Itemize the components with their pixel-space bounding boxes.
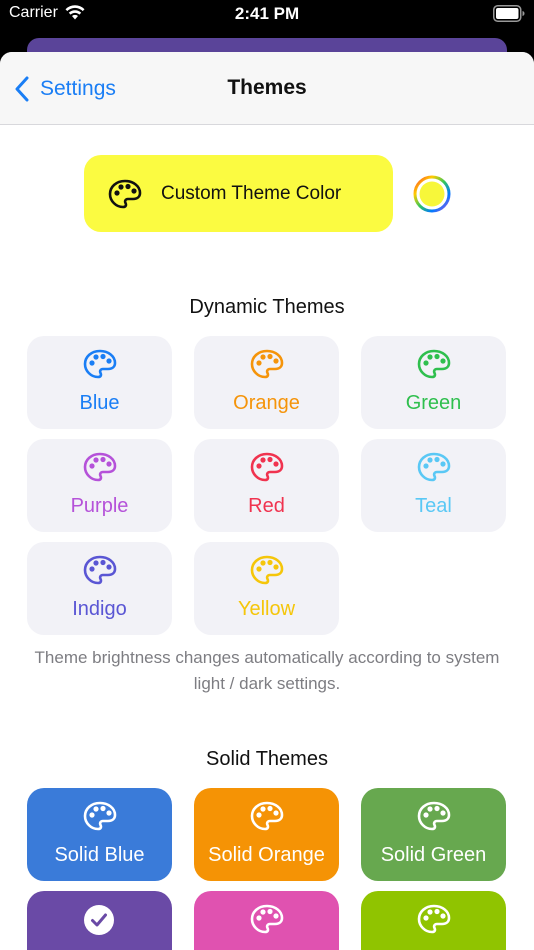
clock: 2:41 PM — [234, 4, 300, 23]
theme-label: Solid Orange — [208, 844, 325, 866]
theme-label: Orange — [233, 392, 300, 414]
palette-icon — [417, 904, 451, 934]
theme-tile-solid-orange[interactable]: Solid Orange — [194, 788, 339, 881]
theme-label: Teal — [415, 495, 452, 517]
palette-icon — [417, 349, 451, 379]
palette-icon — [250, 452, 284, 482]
theme-tile-solid-lime[interactable] — [361, 891, 506, 950]
palette-icon — [417, 452, 451, 482]
custom-theme-label: Custom Theme Color — [161, 182, 342, 204]
dynamic-themes-heading: Dynamic Themes — [189, 296, 345, 318]
theme-tile-green[interactable]: Green — [361, 336, 506, 429]
palette-icon — [83, 801, 117, 831]
theme-tile-orange[interactable]: Orange — [194, 336, 339, 429]
theme-tile-red[interactable]: Red — [194, 439, 339, 532]
theme-tile-solid-pink[interactable] — [194, 891, 339, 950]
palette-icon — [83, 452, 117, 482]
theme-label: Indigo — [72, 598, 127, 620]
theme-label: Yellow — [237, 598, 296, 620]
theme-tile-indigo[interactable]: Indigo — [27, 542, 172, 635]
theme-label: Solid Green — [380, 844, 487, 866]
navigation-bar: Settings Themes — [0, 52, 534, 125]
palette-icon — [250, 349, 284, 379]
theme-label: Green — [405, 392, 462, 414]
theme-tile-teal[interactable]: Teal — [361, 439, 506, 532]
palette-icon — [108, 179, 142, 208]
theme-label: Purple — [70, 495, 129, 517]
page-title: Themes — [227, 76, 307, 99]
checkmark-circle-icon — [84, 905, 114, 935]
palette-icon — [417, 801, 451, 831]
theme-label: Solid Blue — [54, 844, 145, 866]
screen: Carrier 2:41 PM Settings Themes Custom T… — [0, 0, 534, 950]
palette-icon — [250, 555, 284, 585]
color-well-icon[interactable] — [413, 175, 451, 213]
custom-theme-color-button[interactable]: Custom Theme Color — [84, 155, 393, 232]
palette-icon — [83, 349, 117, 379]
theme-tile-solid-purple[interactable] — [27, 891, 172, 950]
theme-tile-solid-blue[interactable]: Solid Blue — [27, 788, 172, 881]
battery-icon — [493, 5, 525, 22]
theme-tile-purple[interactable]: Purple — [27, 439, 172, 532]
status-bar: Carrier 2:41 PM — [0, 0, 534, 30]
theme-label: Red — [248, 495, 285, 517]
theme-tile-blue[interactable]: Blue — [27, 336, 172, 429]
theme-tile-solid-green[interactable]: Solid Green — [361, 788, 506, 881]
solid-themes-heading: Solid Themes — [206, 748, 328, 770]
theme-tile-yellow[interactable]: Yellow — [194, 542, 339, 635]
palette-icon — [250, 904, 284, 934]
palette-icon — [250, 801, 284, 831]
theme-label: Blue — [79, 392, 120, 414]
palette-icon — [83, 555, 117, 585]
themes-sheet: Settings Themes Custom Theme Color Dynam… — [0, 52, 534, 950]
theme-brightness-note: Theme brightness changes automatically a… — [34, 648, 500, 693]
